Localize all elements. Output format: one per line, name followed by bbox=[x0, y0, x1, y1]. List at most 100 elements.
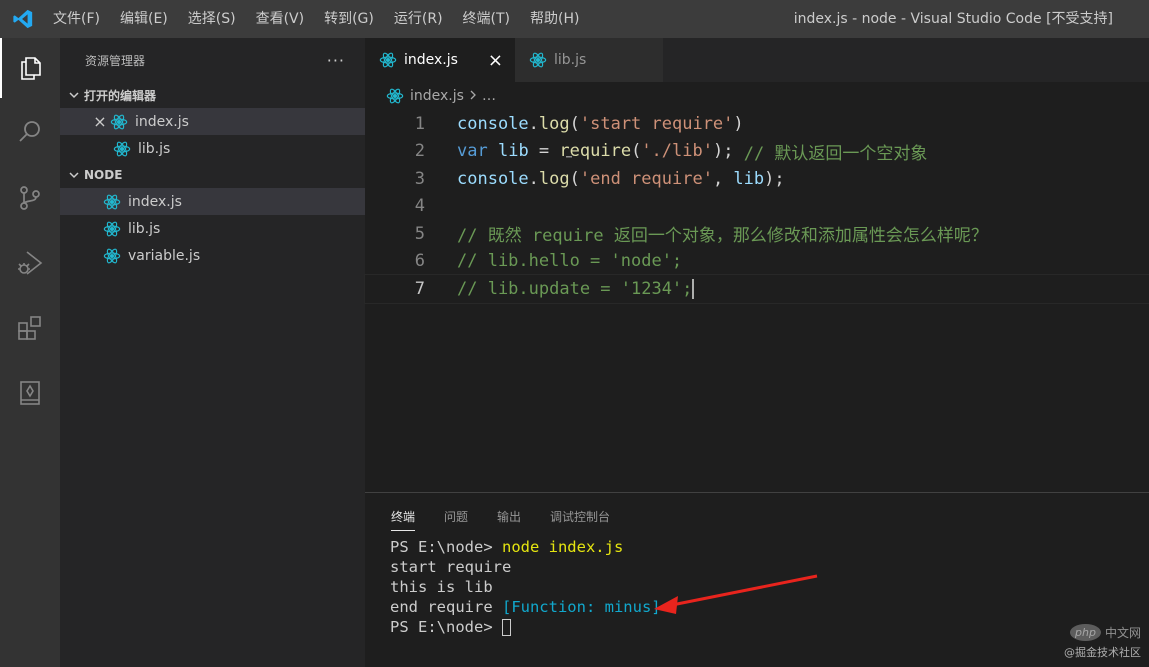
menu-terminal[interactable]: 终端(T) bbox=[453, 0, 520, 38]
close-icon[interactable]: × bbox=[488, 50, 503, 71]
more-actions-icon[interactable]: ··· bbox=[327, 51, 345, 70]
tab-index-js[interactable]: index.js × bbox=[365, 38, 515, 82]
tab-debug-console[interactable]: 调试控制台 bbox=[550, 493, 610, 537]
code-token: lib bbox=[497, 141, 529, 162]
file-item-lib[interactable]: lib.js bbox=[60, 215, 365, 242]
vscode-logo-icon[interactable] bbox=[11, 7, 35, 31]
file-name: index.js bbox=[128, 193, 182, 210]
tab-problems[interactable]: 问题 bbox=[444, 493, 468, 537]
terminal-line: PS E:\node> bbox=[390, 617, 1149, 637]
code-token: './lib' bbox=[641, 141, 713, 162]
line-number: 5 bbox=[414, 223, 425, 244]
file-item-variable[interactable]: variable.js bbox=[60, 242, 365, 269]
menu-view[interactable]: 查看(V) bbox=[246, 0, 315, 38]
open-editors-section[interactable]: 打开的编辑器 bbox=[60, 82, 365, 108]
menu-edit[interactable]: 编辑(E) bbox=[110, 0, 178, 38]
open-editors-label: 打开的编辑器 bbox=[84, 88, 157, 103]
file-name: variable.js bbox=[128, 247, 201, 264]
breadcrumb-symbols[interactable]: … bbox=[482, 88, 496, 104]
chevron-right-icon bbox=[468, 88, 478, 104]
code-line[interactable]: 3 console. log('end require', lib); bbox=[365, 165, 1149, 193]
tab-terminal[interactable]: 终端 bbox=[391, 493, 416, 537]
code-token: console bbox=[457, 168, 529, 189]
tab-output[interactable]: 输出 bbox=[497, 493, 521, 537]
react-file-icon bbox=[113, 140, 131, 158]
open-editor-filename: lib.js bbox=[138, 140, 171, 157]
annotation-arrow-icon bbox=[654, 574, 818, 614]
react-file-icon bbox=[379, 51, 397, 69]
folder-section-node[interactable]: NODE bbox=[60, 162, 365, 188]
menu-go[interactable]: 转到(G) bbox=[314, 0, 384, 38]
code-token: . bbox=[528, 113, 539, 134]
line-number: 4 bbox=[414, 196, 425, 217]
line-number: 2 bbox=[414, 141, 425, 162]
menu-help[interactable]: 帮助(H) bbox=[520, 0, 589, 38]
code-token: ); bbox=[764, 168, 785, 189]
editor-area: index.js × lib.js index.js … 1 console. l… bbox=[364, 38, 1149, 492]
code-comment: // 既然 require 返回一个对象，那么修改和添加属性会怎么样呢？ bbox=[457, 226, 988, 247]
notebook-icon[interactable] bbox=[0, 363, 60, 423]
chevron-down-icon bbox=[66, 169, 82, 181]
menu-file[interactable]: 文件(F) bbox=[43, 0, 110, 38]
explorer-title: 资源管理器 bbox=[85, 53, 146, 68]
explorer-sidebar: 资源管理器 ··· 打开的编辑器 × index.js lib.js NODE … bbox=[60, 38, 365, 667]
close-icon[interactable]: × bbox=[90, 112, 110, 131]
line-number: 1 bbox=[414, 113, 425, 134]
window-title: index.js - node - Visual Studio Code [不受… bbox=[793, 11, 1113, 27]
code-editor[interactable]: 1 console. log('start require') 2 var lib… bbox=[364, 110, 1149, 304]
folder-label: NODE bbox=[84, 168, 123, 182]
php-logo: php bbox=[1070, 624, 1101, 641]
menu-run[interactable]: 运行(R) bbox=[384, 0, 453, 38]
breadcrumb-file[interactable]: index.js bbox=[410, 88, 464, 104]
line-number: 7 bbox=[414, 278, 425, 299]
terminal-text: end require bbox=[390, 598, 502, 616]
code-token: log bbox=[538, 168, 570, 189]
code-token: = bbox=[528, 141, 560, 162]
explorer-icon[interactable] bbox=[0, 38, 60, 98]
menu-selection[interactable]: 选择(S) bbox=[178, 0, 246, 38]
code-line[interactable]: 6 // lib.hello = 'node'; bbox=[365, 248, 1149, 276]
explorer-header: 资源管理器 ··· bbox=[60, 38, 365, 82]
tab-label: lib.js bbox=[554, 52, 587, 68]
code-token: ); bbox=[712, 141, 734, 162]
breadcrumb: index.js … bbox=[365, 82, 1149, 110]
code-token: ) bbox=[733, 113, 744, 134]
line-number: 6 bbox=[414, 251, 425, 272]
code-line[interactable]: 5 // 既然 require 返回一个对象，那么修改和添加属性会怎么样呢？ bbox=[365, 220, 1149, 248]
watermark-php: php 中文网 bbox=[1070, 624, 1141, 641]
react-file-icon bbox=[103, 247, 121, 265]
extensions-icon[interactable] bbox=[0, 298, 60, 358]
terminal-prompt: PS E:\node> bbox=[390, 618, 502, 636]
code-line[interactable]: 2 var lib = require('./lib'); // 默认返回一个空… bbox=[365, 138, 1149, 166]
code-comment: // lib.hello = 'node'; bbox=[457, 251, 683, 272]
open-editor-item-lib[interactable]: lib.js bbox=[60, 135, 365, 162]
terminal-line: PS E:\node> node index.js bbox=[390, 537, 1149, 557]
code-token: . bbox=[528, 168, 539, 189]
terminal-prompt: PS E:\node> bbox=[390, 538, 502, 556]
file-item-index[interactable]: index.js bbox=[60, 188, 365, 215]
code-line[interactable]: 4 bbox=[365, 193, 1149, 221]
react-file-icon bbox=[386, 87, 404, 105]
source-control-icon[interactable] bbox=[0, 168, 60, 228]
title-bar: 文件(F) 编辑(E) 选择(S) 查看(V) 转到(G) 运行(R) 终端(T… bbox=[0, 0, 1149, 38]
run-debug-icon[interactable] bbox=[0, 233, 60, 293]
code-token: var bbox=[457, 141, 488, 162]
line-number: 3 bbox=[414, 168, 425, 189]
react-file-icon bbox=[529, 51, 547, 69]
code-line[interactable]: 1 console. log('start require') bbox=[365, 110, 1149, 138]
tab-label: index.js bbox=[404, 52, 458, 68]
code-comment: // lib.update = '1234'; bbox=[457, 278, 693, 299]
hint-dots-icon[interactable]: ⋯ bbox=[566, 152, 572, 163]
watermark-credit: @掘金技术社区 bbox=[1064, 646, 1141, 659]
terminal-command: node index.js bbox=[501, 538, 624, 556]
text-caret bbox=[692, 278, 695, 299]
open-editor-item-index[interactable]: × index.js bbox=[60, 108, 365, 135]
code-token: lib bbox=[733, 168, 765, 189]
code-line-current[interactable]: 7 // lib.update = '1234'; bbox=[364, 274, 1149, 304]
search-icon[interactable] bbox=[0, 102, 60, 162]
code-token: 'end require' bbox=[579, 168, 713, 189]
tab-lib-js[interactable]: lib.js bbox=[515, 38, 663, 82]
php-site-text: 中文网 bbox=[1104, 626, 1141, 640]
